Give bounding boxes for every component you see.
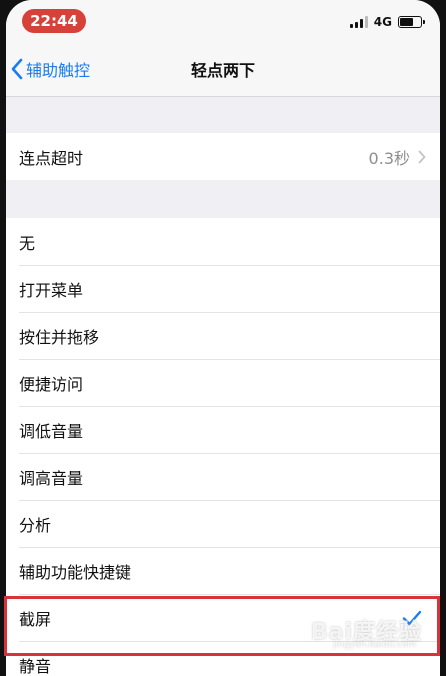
battery-icon (398, 16, 425, 28)
status-indicators: 4G (349, 14, 425, 30)
status-bar: 22:44 4G (6, 0, 440, 42)
page-title: 轻点两下 (190, 61, 255, 80)
timeout-label: 连点超时 (19, 148, 84, 168)
action-label: 便捷访问 (19, 374, 84, 394)
action-label: 静音 (19, 656, 52, 676)
action-item-analytics[interactable]: 分析 (6, 500, 440, 547)
action-label: 截屏 (19, 609, 52, 629)
action-item-mute[interactable]: 静音 (6, 641, 440, 676)
phone-screen: 22:44 4G 辅助触控 轻点两下 连点超时 0.3秒 无 打开菜单 按住并拖… (6, 0, 440, 676)
navigation-bar: 辅助触控 轻点两下 (6, 42, 440, 97)
action-item-volume-down[interactable]: 调低音量 (6, 406, 440, 453)
action-item-accessibility-shortcut[interactable]: 辅助功能快捷键 (6, 547, 440, 594)
network-type: 4G (373, 15, 392, 29)
action-item-none[interactable]: 无 (6, 218, 440, 265)
chevron-right-icon (418, 150, 426, 163)
checkmark-icon (402, 610, 422, 625)
timeout-value: 0.3秒 (368, 148, 410, 168)
cellular-signal-icon (349, 16, 368, 28)
action-label: 分析 (19, 515, 52, 535)
action-label: 调低音量 (19, 421, 84, 441)
action-label: 调高音量 (19, 468, 84, 488)
action-label: 打开菜单 (19, 280, 84, 300)
action-item-volume-up[interactable]: 调高音量 (6, 453, 440, 500)
action-item-reachability[interactable]: 便捷访问 (6, 359, 440, 406)
action-item-open-menu[interactable]: 打开菜单 (6, 265, 440, 312)
action-label: 按住并拖移 (19, 327, 100, 347)
action-item-screenshot[interactable]: 截屏 (6, 594, 440, 641)
action-label: 无 (19, 233, 36, 253)
action-label: 辅助功能快捷键 (19, 562, 132, 582)
action-list: 无 打开菜单 按住并拖移 便捷访问 调低音量 调高音量 分析 辅助功能快捷键 截… (6, 218, 440, 676)
timeout-row[interactable]: 连点超时 0.3秒 (6, 133, 440, 180)
status-time: 22:44 (22, 9, 86, 33)
timeout-group: 连点超时 0.3秒 (6, 133, 440, 180)
action-item-hold-and-drag[interactable]: 按住并拖移 (6, 312, 440, 359)
